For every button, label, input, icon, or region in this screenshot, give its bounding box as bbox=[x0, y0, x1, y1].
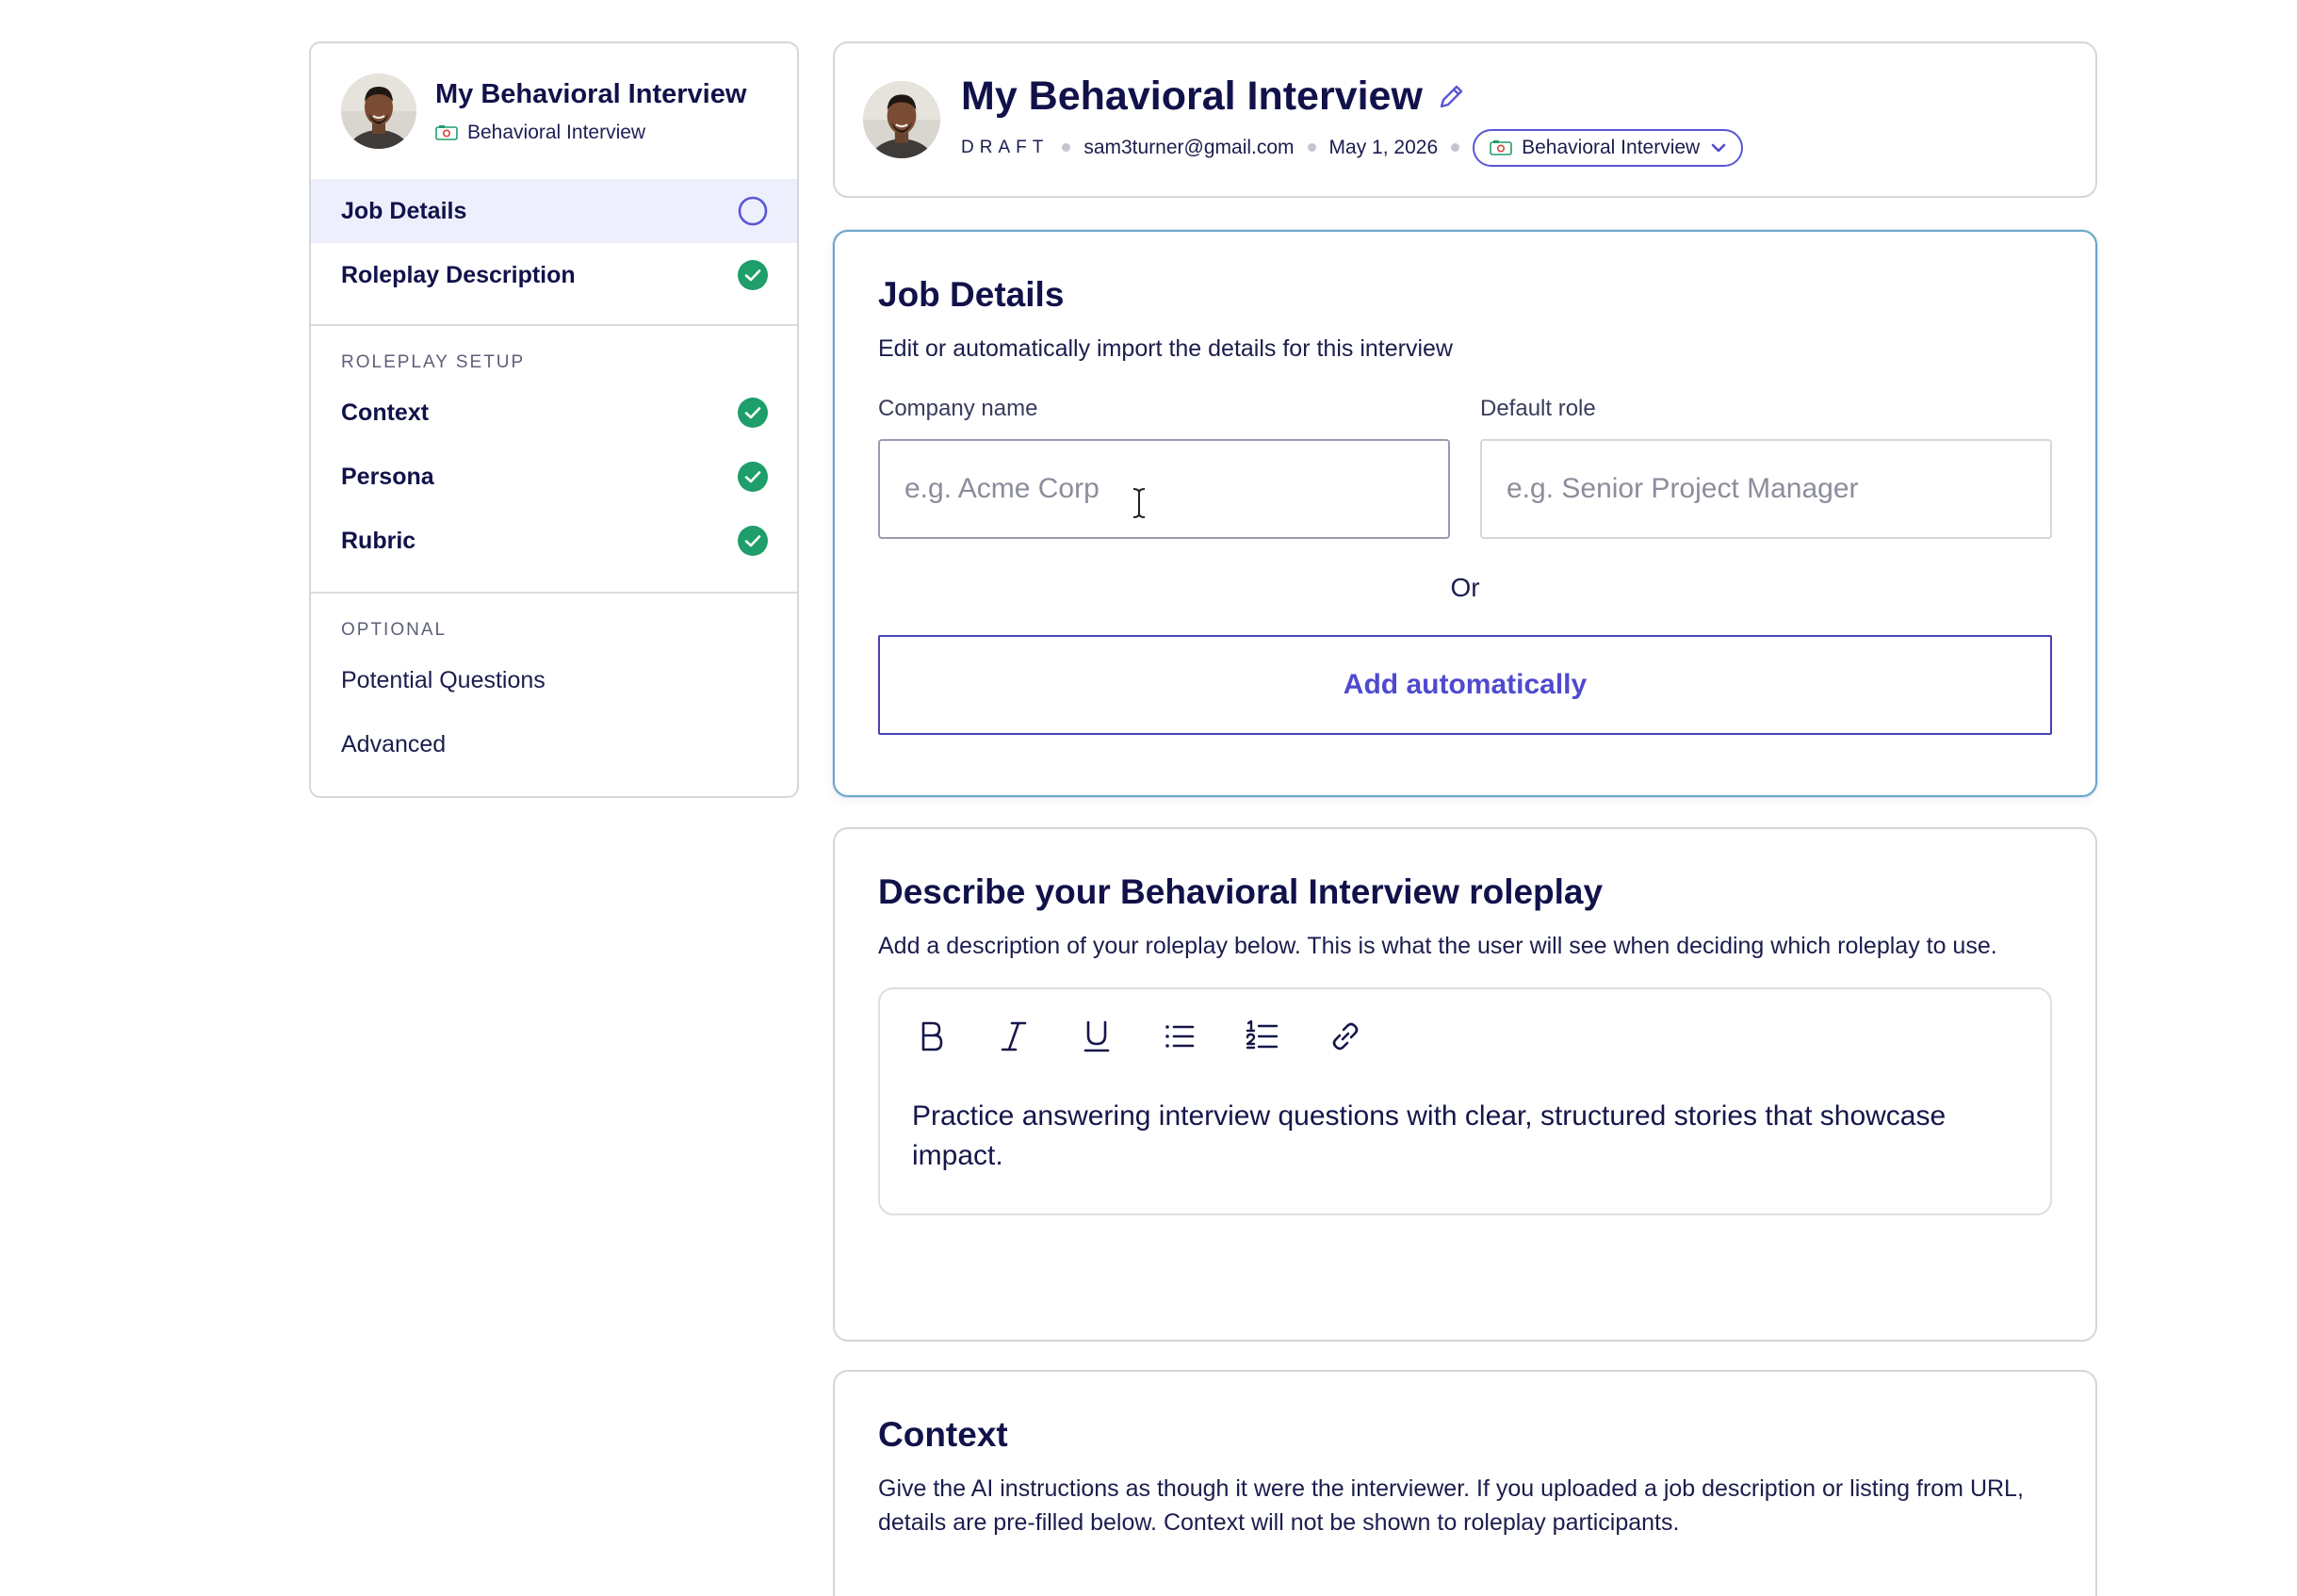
sidebar-item-potential-questions[interactable]: Potential Questions bbox=[311, 648, 797, 712]
sidebar-item-label: Advanced bbox=[341, 730, 447, 757]
check-circle-icon bbox=[737, 461, 769, 493]
separator-dot bbox=[1062, 143, 1071, 152]
numbered-list-icon[interactable] bbox=[1244, 1016, 1281, 1057]
or-divider-text: Or bbox=[1450, 573, 1480, 602]
owner-email: sam3turner@gmail.com bbox=[1083, 136, 1295, 158]
default-role-input[interactable] bbox=[1480, 439, 2052, 539]
check-circle-icon bbox=[737, 397, 769, 429]
interview-type-icon bbox=[1490, 139, 1512, 156]
interview-type-label: Behavioral Interview bbox=[1522, 136, 1701, 158]
link-icon[interactable] bbox=[1327, 1016, 1364, 1057]
chevron-down-icon bbox=[1709, 138, 1728, 157]
default-role-label: Default role bbox=[1480, 396, 1596, 421]
sidebar-item-label: Persona bbox=[341, 463, 434, 490]
sidebar-item-label: Potential Questions bbox=[341, 666, 546, 693]
pencil-edit-icon[interactable] bbox=[1436, 80, 1468, 112]
sidebar-item-advanced[interactable]: Advanced bbox=[311, 712, 797, 776]
section-title: Describe your Behavioral Interview rolep… bbox=[878, 872, 1604, 911]
bold-icon[interactable] bbox=[912, 1016, 950, 1057]
sidebar-item-label: Rubric bbox=[341, 527, 416, 554]
check-circle-icon bbox=[737, 525, 769, 557]
interview-type-dropdown[interactable]: Behavioral Interview bbox=[1473, 128, 1744, 167]
section-label-optional: OPTIONAL bbox=[341, 620, 448, 640]
section-description: Give the AI instructions as though it we… bbox=[878, 1475, 2024, 1536]
section-label-roleplay-setup: ROLEPLAY SETUP bbox=[341, 352, 526, 372]
sidebar-item-rubric[interactable]: Rubric bbox=[311, 509, 797, 573]
status-badge: DRAFT bbox=[961, 137, 1050, 157]
section-description: Add a description of your roleplay below… bbox=[878, 933, 1997, 959]
interview-type-icon bbox=[435, 124, 458, 141]
created-date: May 1, 2026 bbox=[1328, 136, 1439, 158]
incomplete-circle-icon bbox=[737, 195, 769, 227]
sidebar-item-context[interactable]: Context bbox=[311, 381, 797, 445]
sidebar: My Behavioral Interview Behavioral Inter… bbox=[309, 41, 799, 798]
sidebar-item-label: Roleplay Description bbox=[341, 261, 576, 288]
sidebar-item-roleplay-description[interactable]: Roleplay Description bbox=[311, 243, 797, 307]
roleplay-header: My Behavioral Interview DRAFT sam3turner… bbox=[833, 41, 2097, 198]
separator-dot bbox=[1451, 143, 1460, 152]
context-card: Context Give the AI instructions as thou… bbox=[833, 1370, 2097, 1596]
bullet-list-icon[interactable] bbox=[1161, 1016, 1198, 1057]
section-title: Context bbox=[878, 1415, 1008, 1454]
add-automatically-button[interactable]: Add automatically bbox=[878, 635, 2052, 735]
sidebar-title: My Behavioral Interview bbox=[435, 78, 747, 109]
avatar bbox=[863, 81, 940, 158]
editor-toolbar bbox=[912, 1016, 2018, 1057]
roleplay-description-card: Describe your Behavioral Interview rolep… bbox=[833, 827, 2097, 1342]
check-circle-icon bbox=[737, 259, 769, 291]
job-details-card: Job Details Edit or automatically import… bbox=[833, 230, 2097, 797]
underline-icon[interactable] bbox=[1078, 1016, 1116, 1057]
italic-icon[interactable] bbox=[995, 1016, 1033, 1057]
company-name-input[interactable] bbox=[878, 439, 1450, 539]
rich-text-editor[interactable]: Practice answering interview questions w… bbox=[878, 987, 2052, 1215]
editor-content[interactable]: Practice answering interview questions w… bbox=[912, 1097, 2018, 1176]
sidebar-header: My Behavioral Interview Behavioral Inter… bbox=[311, 43, 797, 179]
separator-dot bbox=[1307, 143, 1316, 152]
company-name-label: Company name bbox=[878, 396, 1038, 421]
sidebar-type-label: Behavioral Interview bbox=[467, 121, 646, 143]
sidebar-item-label: Context bbox=[341, 399, 430, 426]
section-description: Edit or automatically import the details… bbox=[878, 335, 1453, 362]
sidebar-item-label: Job Details bbox=[341, 197, 467, 224]
sidebar-item-persona[interactable]: Persona bbox=[311, 445, 797, 509]
page-title: My Behavioral Interview bbox=[961, 73, 1423, 119]
avatar bbox=[341, 73, 416, 149]
sidebar-item-job-details[interactable]: Job Details bbox=[311, 179, 797, 243]
section-title: Job Details bbox=[878, 275, 1065, 314]
